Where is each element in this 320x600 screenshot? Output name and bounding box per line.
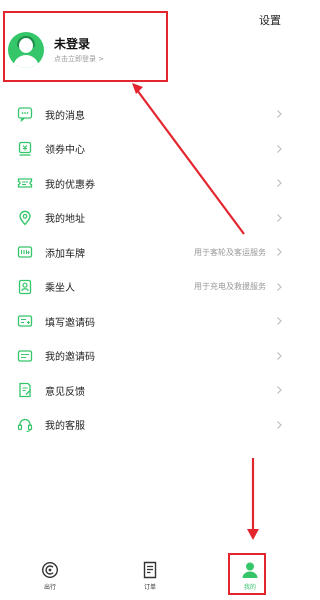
profile-highlight-box [3, 11, 168, 82]
location-pin-icon [15, 208, 35, 228]
menu-hint: 用于客轮及客运服务 [194, 247, 266, 257]
tab-label: 订单 [143, 584, 156, 591]
menu-label: 添加车牌 [45, 248, 85, 260]
order-icon [143, 561, 157, 579]
chevron-right-icon [277, 213, 282, 222]
chevron-right-icon [277, 248, 282, 257]
chevron-right-icon [277, 144, 282, 153]
chevron-right-icon [277, 351, 282, 360]
menu-label: 我的地址 [45, 214, 85, 226]
enter-code-icon [15, 311, 35, 331]
menu-label: 我的邀请码 [45, 352, 95, 364]
passenger-icon [15, 277, 35, 297]
chevron-right-icon [277, 282, 282, 291]
settings-link[interactable]: 设置 [259, 12, 281, 28]
menu-item-feedback[interactable]: 意见反馈 [0, 373, 300, 408]
tab-highlight-box [228, 553, 266, 595]
message-icon [15, 104, 35, 124]
coupon-center-icon [15, 139, 35, 159]
menu-label: 我的消息 [45, 110, 85, 122]
license-plate-icon [15, 242, 35, 262]
menu-item-coupon-center[interactable]: 领券中心 [0, 132, 300, 167]
chevron-right-icon [277, 420, 282, 429]
chevron-right-icon [277, 110, 282, 119]
chevron-right-icon [277, 386, 282, 395]
menu-item-messages[interactable]: 我的消息 [0, 97, 300, 132]
menu-label: 我的优惠券 [45, 179, 95, 191]
chevron-right-icon [277, 317, 282, 326]
menu-item-my-invite-code[interactable]: 我的邀请码 [0, 339, 300, 374]
menu-item-my-address[interactable]: 我的地址 [0, 201, 300, 236]
menu-item-customer-service[interactable]: 我的客服 [0, 408, 300, 443]
arrow-to-mine-tab [247, 458, 259, 540]
chevron-right-icon [277, 179, 282, 188]
ticket-icon [15, 173, 35, 193]
menu-list: 我的消息 领券中心 我的优惠券 我的地址 添加车牌 用于客轮及客运服务 乘坐人 … [0, 97, 300, 442]
menu-label: 领券中心 [45, 145, 85, 157]
menu-item-passenger[interactable]: 乘坐人 用于充电及救援服务 [0, 270, 300, 305]
menu-label: 乘坐人 [45, 283, 75, 295]
menu-label: 填写邀请码 [45, 317, 95, 329]
menu-item-add-license-plate[interactable]: 添加车牌 用于客轮及客运服务 [0, 235, 300, 270]
travel-icon [41, 561, 59, 579]
tab-orders[interactable]: 订单 [100, 555, 200, 597]
menu-label: 我的客服 [45, 421, 85, 433]
invite-code-icon [15, 346, 35, 366]
tab-label: 出行 [43, 584, 56, 591]
headset-icon [15, 415, 35, 435]
feedback-icon [15, 380, 35, 400]
menu-hint: 用于充电及救援服务 [194, 282, 266, 292]
menu-label: 意见反馈 [45, 386, 85, 398]
menu-item-enter-invite-code[interactable]: 填写邀请码 [0, 304, 300, 339]
menu-item-my-coupons[interactable]: 我的优惠券 [0, 166, 300, 201]
tab-travel[interactable]: 出行 [0, 555, 100, 597]
